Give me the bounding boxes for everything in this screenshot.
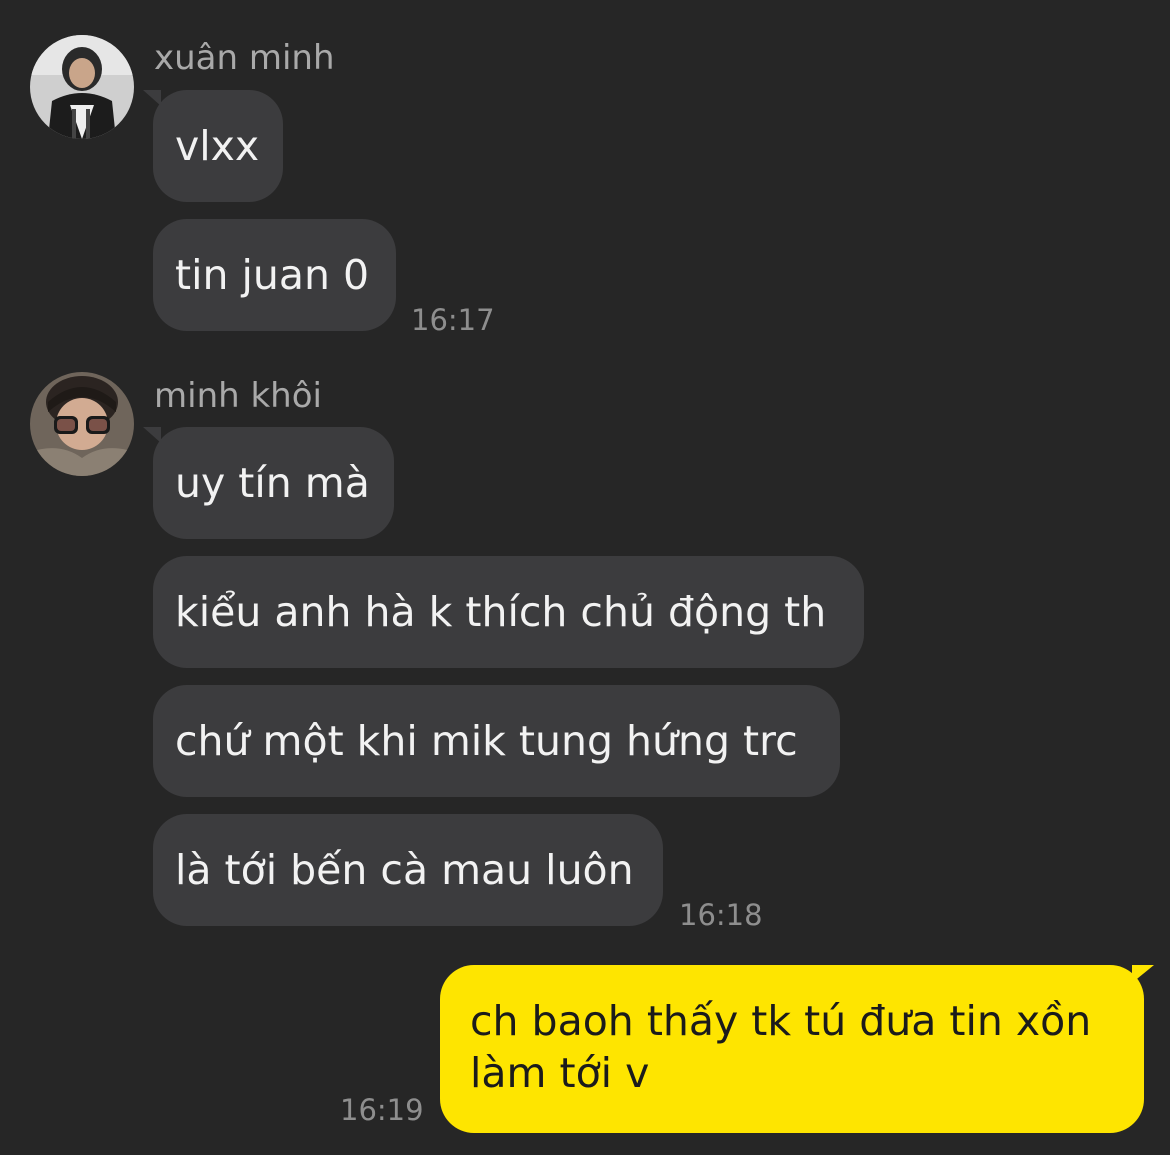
- message-bubble[interactable]: là tới bến cà mau luôn: [153, 814, 663, 926]
- message-timestamp: 16:18: [679, 898, 763, 932]
- avatar-xuan-minh[interactable]: [30, 35, 134, 139]
- avatar-minh-khoi[interactable]: [30, 372, 134, 476]
- sender-name: xuân minh: [154, 38, 335, 78]
- message-timestamp: 16:17: [411, 303, 495, 337]
- message-bubble[interactable]: chứ một khi mik tung hứng trc: [153, 685, 840, 797]
- message-timestamp: 16:19: [340, 1093, 424, 1127]
- message-bubble[interactable]: uy tín mà: [143, 427, 394, 539]
- sender-name: minh khôi: [154, 376, 322, 416]
- message-line: làm tới v: [470, 1049, 650, 1097]
- outgoing-message-bubble[interactable]: ch baoh thấy tk tú đưa tin xồn làm tới v: [440, 965, 1154, 1133]
- message-bubble[interactable]: kiểu anh hà k thích chủ động th: [153, 556, 864, 668]
- message-bubble[interactable]: vlxx: [143, 90, 283, 202]
- chat-screen: xuân minh vlxx tin juan 0 16:17 minh khô…: [0, 0, 1170, 1155]
- message-line: ch baoh thấy tk tú đưa tin xồn: [470, 997, 1092, 1045]
- message-bubble[interactable]: tin juan 0: [153, 219, 396, 331]
